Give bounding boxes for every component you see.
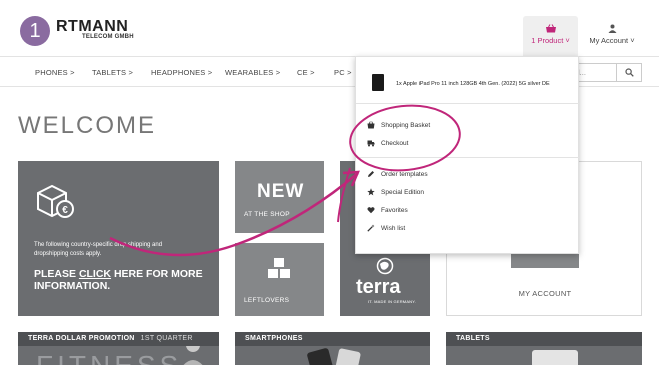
promo-tile[interactable]: FITNESS TERRA DOLLAR PROMOTION 1ST QUARTE… xyxy=(18,332,219,365)
star-icon xyxy=(367,188,375,196)
globe-icon xyxy=(376,257,394,275)
shipping-cta: PLEASE CLICK HERE FOR MORE INFORMATION. xyxy=(34,268,219,292)
boxes-icon xyxy=(268,258,290,278)
nav-item-headphones[interactable]: HEADPHONES > xyxy=(151,68,212,77)
step-badge: 1 xyxy=(20,16,50,46)
search-button[interactable] xyxy=(616,63,642,82)
truck-icon xyxy=(367,140,375,147)
menu-special-edition-label: Special Edition xyxy=(381,189,424,196)
cart-product-row[interactable]: 1x Apple iPad Pro 11 inch 128GB 4th Gen.… xyxy=(356,57,580,104)
menu-favorites[interactable]: Favorites xyxy=(364,204,572,218)
promo-bar: TERRA DOLLAR PROMOTION 1ST QUARTER xyxy=(18,332,219,346)
package-euro-icon: € xyxy=(37,184,74,218)
menu-order-templates-label: Order templates xyxy=(381,171,428,178)
menu-favorites-label: Favorites xyxy=(381,207,408,214)
tablets-bar: TABLETS xyxy=(446,332,642,346)
menu-wish-list[interactable]: Wish list xyxy=(364,222,572,236)
cart-product-name: 1x Apple iPad Pro 11 inch 128GB 4th Gen.… xyxy=(396,81,550,87)
nav-item-wearables[interactable]: WEARABLES > xyxy=(225,68,280,77)
nav-item-ce[interactable]: CE > xyxy=(297,68,315,77)
smartphones-bar: SMARTPHONES xyxy=(235,332,430,346)
tablets-tile[interactable]: TABLETS xyxy=(446,332,642,365)
menu-shopping-basket-label: Shopping Basket xyxy=(381,122,431,129)
my-account-label: MY ACCOUNT xyxy=(518,289,572,298)
menu-separator xyxy=(356,157,580,158)
nav-item-pc[interactable]: PC > xyxy=(334,68,352,77)
new-products-tile[interactable]: NEW AT THE SHOP xyxy=(235,161,324,233)
nav-item-phones[interactable]: PHONES > xyxy=(35,68,75,77)
menu-special-edition[interactable]: Special Edition xyxy=(364,186,572,200)
menu-shopping-basket[interactable]: Shopping Basket xyxy=(364,119,572,133)
smartphones-title: SMARTPHONES xyxy=(245,335,303,342)
shipping-cta-prefix: PLEASE xyxy=(34,268,79,280)
new-title: NEW xyxy=(257,181,305,202)
new-subtitle: AT THE SHOP xyxy=(244,211,290,218)
leftlovers-label: LEFTLOVERS xyxy=(244,297,290,304)
cart-dropdown: 1x Apple iPad Pro 11 inch 128GB 4th Gen.… xyxy=(355,56,580,254)
account-button[interactable]: My Account ˅ xyxy=(582,16,642,56)
heart-icon xyxy=(367,207,375,214)
terra-logo: terra xyxy=(356,276,401,298)
basket-icon xyxy=(367,121,375,129)
promo-background-text: FITNESS xyxy=(36,350,182,365)
page-title: WELCOME xyxy=(18,112,157,139)
pencil-icon xyxy=(368,171,374,177)
magic-wand-icon xyxy=(367,224,375,232)
account-label: My Account ˅ xyxy=(589,36,635,45)
smartphones-tile[interactable]: SMARTPHONES xyxy=(235,332,430,365)
promo-subtitle: 1ST QUARTER xyxy=(140,335,193,342)
svg-text:€: € xyxy=(62,205,68,216)
site-header: 1 RTMANN TELECOM GMBH 1 Product ˅ My Acc… xyxy=(0,0,659,57)
tablets-image xyxy=(532,350,578,365)
shipping-cta-link[interactable]: CLICK xyxy=(79,268,111,280)
basket-icon xyxy=(545,24,556,33)
nav-item-tablets[interactable]: TABLETS > xyxy=(92,68,133,77)
promo-title: TERRA DOLLAR PROMOTION xyxy=(28,335,135,342)
menu-checkout-label: Checkout xyxy=(381,140,409,147)
menu-order-templates[interactable]: Order templates xyxy=(364,168,572,182)
menu-wish-list-label: Wish list xyxy=(381,225,406,232)
search-icon xyxy=(624,68,634,77)
leftlovers-tile[interactable]: LEFTLOVERS xyxy=(235,243,324,316)
menu-checkout[interactable]: Checkout xyxy=(364,137,572,151)
user-icon xyxy=(608,24,616,33)
product-thumbnail xyxy=(372,74,384,91)
terra-tagline: IT. MADE IN GERMANY. xyxy=(368,299,416,304)
cart-button[interactable]: 1 Product ˅ xyxy=(523,16,578,56)
brand-subtitle: TELECOM GMBH xyxy=(82,34,134,40)
shipping-description: The following country-specific drop ship… xyxy=(34,242,163,257)
smartphones-image xyxy=(307,348,361,365)
shipping-info-tile[interactable]: € The following country-specific drop sh… xyxy=(18,161,219,316)
cart-label: 1 Product ˅ xyxy=(531,36,570,45)
tablets-title: TABLETS xyxy=(456,335,490,342)
